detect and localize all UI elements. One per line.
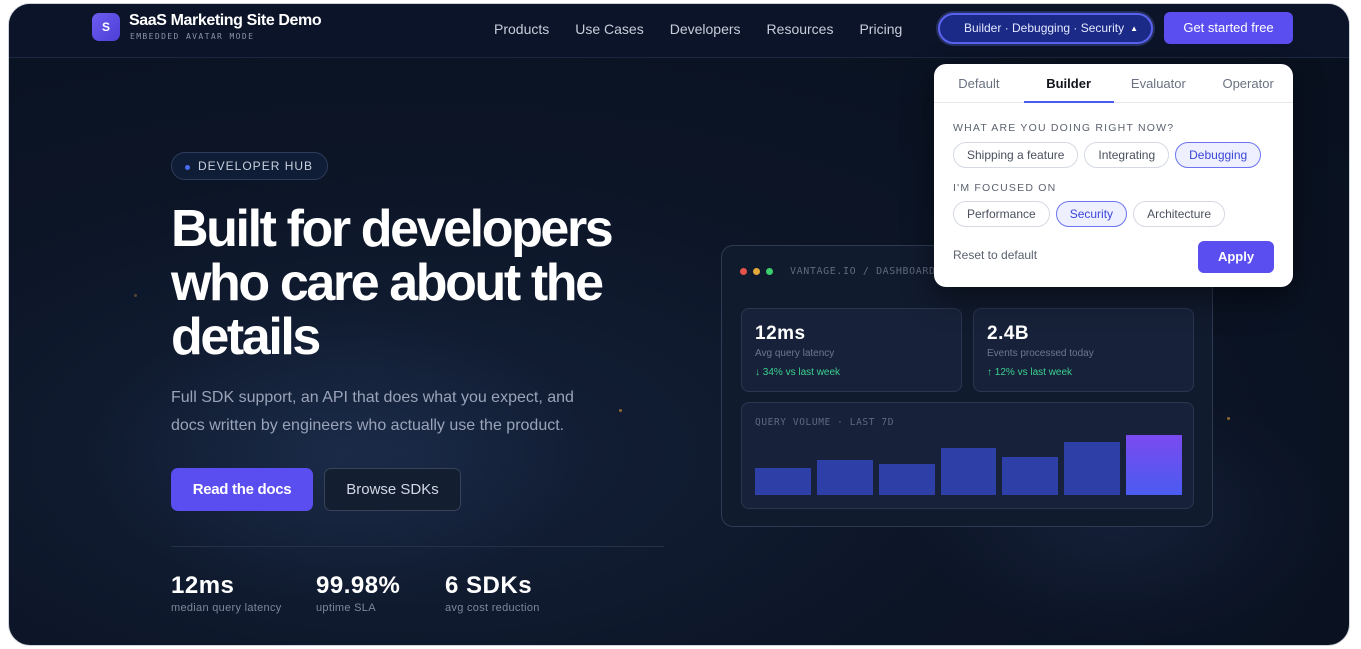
- nav-link-developers[interactable]: Developers: [670, 21, 741, 37]
- focus-chips: Performance Security Architecture: [953, 201, 1226, 227]
- stat-item: 6 SDKs avg cost reduction: [445, 572, 565, 614]
- activity-section-label: WHAT ARE YOU DOING RIGHT NOW?: [953, 122, 1175, 134]
- chart-bar: [1126, 435, 1182, 495]
- hero-badge: DEVELOPER HUB: [171, 152, 329, 180]
- metric-trend: ↓ 34% vs last week: [755, 367, 841, 378]
- query-volume-chart: QUERY VOLUME · LAST 7D: [741, 402, 1194, 509]
- stat-value: 12ms: [171, 572, 235, 599]
- tab-operator[interactable]: Operator: [1203, 64, 1293, 102]
- mode-selector-button[interactable]: Builder · Debugging · Security ▲: [938, 13, 1153, 44]
- window-controls: [740, 268, 773, 275]
- metric-trend: ↑ 12% vs last week: [987, 367, 1073, 378]
- stat-value: 99.98%: [316, 572, 401, 599]
- stat-item: 99.98% uptime SLA: [316, 572, 417, 614]
- hero-divider: [171, 546, 664, 547]
- metric-card-events: 2.4B Events processed today ↑ 12% vs las…: [973, 308, 1194, 392]
- tab-builder[interactable]: Builder: [1023, 64, 1114, 103]
- nav-link-use-cases[interactable]: Use Cases: [575, 21, 643, 37]
- chip-performance[interactable]: Performance: [953, 201, 1050, 227]
- chart-bar: [940, 448, 997, 495]
- metric-card-latency: 12ms Avg query latency ↓ 34% vs last wee…: [741, 308, 962, 392]
- hero-stats: 12ms median query latency 99.98% uptime …: [171, 572, 593, 614]
- chip-debugging[interactable]: Debugging: [1175, 142, 1262, 168]
- stat-value: 6 SDKs: [445, 572, 533, 599]
- nav-link-pricing[interactable]: Pricing: [859, 21, 902, 37]
- brand-subtitle: EMBEDDED AVATAR MODE: [130, 32, 255, 41]
- background-particle: [619, 409, 622, 412]
- background-particle: [1227, 417, 1230, 420]
- activity-chips: Shipping a feature Integrating Debugging: [953, 142, 1262, 168]
- browse-sdks-button[interactable]: Browse SDKs: [324, 468, 461, 511]
- stat-label: avg cost reduction: [445, 602, 540, 614]
- chip-shipping-feature[interactable]: Shipping a feature: [953, 142, 1079, 168]
- chip-integrating[interactable]: Integrating: [1084, 142, 1170, 168]
- chart-bars: [755, 435, 1182, 495]
- nav-links: Products Use Cases Developers Resources …: [494, 21, 902, 37]
- reset-to-default-link[interactable]: Reset to default: [953, 248, 1037, 262]
- metric-value: 12ms: [755, 323, 806, 344]
- top-navigation: S SaaS Marketing Site Demo EMBEDDED AVAT…: [9, 4, 1349, 58]
- chart-bar: [878, 464, 935, 495]
- persona-popover: Default Builder Evaluator Operator WHAT …: [934, 64, 1293, 287]
- tab-default[interactable]: Default: [934, 64, 1024, 102]
- stat-label: uptime SLA: [316, 602, 376, 614]
- focus-section-label: I'M FOCUSED ON: [953, 182, 1057, 194]
- chevron-up-icon: ▲: [1130, 24, 1138, 33]
- metric-label: Events processed today: [987, 348, 1094, 359]
- get-started-button[interactable]: Get started free: [1164, 12, 1293, 44]
- chart-bar: [755, 468, 811, 495]
- dashboard-preview-card: VANTAGE.IO / DASHBOARD 12ms Avg query la…: [721, 245, 1213, 527]
- stat-label: median query latency: [171, 602, 282, 614]
- chip-security[interactable]: Security: [1055, 201, 1128, 227]
- hero-subtext: Full SDK support, an API that does what …: [171, 389, 574, 434]
- nav-link-products[interactable]: Products: [494, 21, 549, 37]
- chart-bar: [1002, 457, 1059, 495]
- chart-bar: [1064, 442, 1121, 495]
- window-minimize-dot: [753, 268, 760, 275]
- stat-item: 12ms median query latency: [171, 572, 288, 614]
- mode-selector-label: Builder · Debugging · Security: [964, 21, 1125, 35]
- metric-value: 2.4B: [987, 323, 1030, 344]
- chip-architecture[interactable]: Architecture: [1133, 201, 1226, 227]
- dashboard-path: VANTAGE.IO / DASHBOARD: [790, 266, 936, 277]
- brand-logo[interactable]: S: [92, 13, 120, 41]
- brand-title[interactable]: SaaS Marketing Site Demo: [129, 12, 322, 30]
- browser-viewport: S SaaS Marketing Site Demo EMBEDDED AVAT…: [8, 3, 1350, 646]
- read-docs-button[interactable]: Read the docs: [171, 468, 313, 511]
- nav-link-resources[interactable]: Resources: [767, 21, 834, 37]
- hero-headline: Built for developers who care about the …: [171, 200, 614, 366]
- metric-label: Avg query latency: [755, 348, 835, 359]
- apply-button[interactable]: Apply: [1198, 241, 1274, 273]
- background-particle: [134, 294, 137, 297]
- tab-evaluator[interactable]: Evaluator: [1114, 64, 1204, 102]
- chart-title: QUERY VOLUME · LAST 7D: [755, 417, 895, 428]
- window-maximize-dot: [766, 268, 773, 275]
- persona-tabs: Default Builder Evaluator Operator: [934, 64, 1293, 103]
- chart-bar: [816, 460, 873, 495]
- window-close-dot: [740, 268, 747, 275]
